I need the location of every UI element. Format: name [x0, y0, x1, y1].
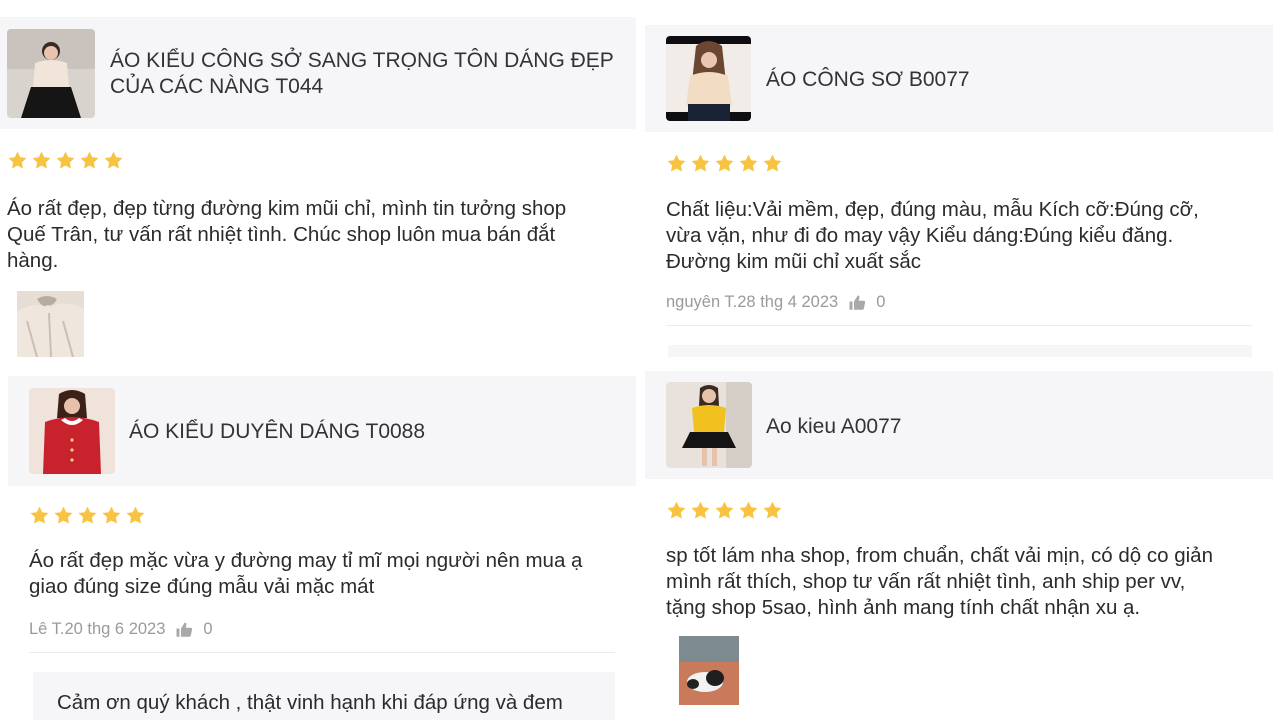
star-icon: [738, 500, 759, 521]
star-icon: [79, 150, 100, 171]
product-name-line: ÁO KIỂU DUYÊN DÁNG T0088: [129, 420, 426, 443]
star-icon: [666, 153, 687, 174]
product-name: ÁO KIỂU DUYÊN DÁNG T0088: [129, 419, 609, 445]
shop-reply-text: Cảm ơn quý khách , thật vinh hạnh khi đá…: [57, 691, 563, 714]
rating-stars: [666, 153, 783, 174]
review-text: sp tốt lám nha shop, from chuẩn, chất vả…: [666, 543, 1272, 621]
rating-stars: [29, 505, 146, 526]
review-author-date: nguyên T.28 thg 4 2023: [666, 293, 839, 311]
product-card[interactable]: ÁO KIỂU CÔNG SỞ SANG TRỌNG TÔN DÁNG ĐẸP …: [0, 17, 636, 129]
star-icon: [125, 505, 146, 526]
thumbs-up-icon[interactable]: [175, 621, 193, 639]
product-thumbnail: [666, 382, 752, 468]
product-name: Ao kieu A0077: [766, 414, 1246, 440]
rating-stars: [7, 150, 124, 171]
product-thumbnail: [29, 388, 115, 474]
review-photo[interactable]: [679, 636, 739, 705]
star-icon: [55, 150, 76, 171]
review-text-line: vừa vặn, như đi đo may vậy Kiểu dáng:Đún…: [666, 224, 1174, 247]
review-text-line: tặng shop 5sao, hình ảnh mang tính chất …: [666, 596, 1141, 619]
star-icon: [762, 500, 783, 521]
divider: [29, 652, 615, 653]
star-icon: [29, 505, 50, 526]
product-name-line: CỦA CÁC NÀNG T044: [110, 75, 324, 98]
star-icon: [666, 500, 687, 521]
review-text-line: Quế Trân, tư vấn rất nhiệt tình. Chúc sh…: [7, 223, 556, 246]
review-text-line: sp tốt lám nha shop, from chuẩn, chất vả…: [666, 544, 1213, 567]
review-text-line: hàng.: [7, 249, 59, 272]
like-count: 0: [203, 620, 213, 638]
review-text: Chất liệu:Vải mềm, đẹp, đúng màu, mẫu Kí…: [666, 197, 1266, 275]
product-name-line: ÁO CÔNG SƠ B0077: [766, 68, 970, 91]
star-icon: [53, 505, 74, 526]
reply-box: [668, 345, 1252, 357]
star-icon: [738, 153, 759, 174]
star-icon: [103, 150, 124, 171]
star-icon: [690, 153, 711, 174]
divider: [666, 325, 1252, 326]
star-icon: [714, 153, 735, 174]
review-text-line: Chất liệu:Vải mềm, đẹp, đúng màu, mẫu Kí…: [666, 198, 1199, 221]
review-text: Áo rất đẹp, đẹp từng đường kim mũi chỉ, …: [7, 196, 627, 274]
star-icon: [690, 500, 711, 521]
product-thumbnail: [7, 29, 95, 118]
product-name-line: ÁO KIỂU CÔNG SỞ SANG TRỌNG TÔN DÁNG ĐẸP: [110, 49, 614, 72]
review-text-line: giao đúng size đúng mẫu vải mặc mát: [29, 575, 375, 598]
star-icon: [31, 150, 52, 171]
review-author-date: Lê T.20 thg 6 2023: [29, 620, 166, 638]
star-icon: [714, 500, 735, 521]
review-text-line: Áo rất đẹp mặc vừa y đường may tỉ mĩ mọi…: [29, 549, 583, 572]
product-name: ÁO KIỂU CÔNG SỞ SANG TRỌNG TÔN DÁNG ĐẸP …: [110, 48, 630, 100]
like-count: 0: [876, 293, 886, 311]
star-icon: [77, 505, 98, 526]
thumbs-up-icon[interactable]: [848, 294, 866, 312]
product-name: ÁO CÔNG SƠ B0077: [766, 67, 1246, 93]
product-name-line: Ao kieu A0077: [766, 415, 902, 438]
review-meta: Lê T.20 thg 6 2023 0: [29, 620, 213, 639]
star-icon: [762, 153, 783, 174]
product-thumbnail: [666, 36, 751, 121]
review-meta: nguyên T.28 thg 4 2023 0: [666, 293, 885, 312]
review-text-line: Áo rất đẹp, đẹp từng đường kim mũi chỉ, …: [7, 197, 567, 220]
shop-reply-box: Cảm ơn quý khách , thật vinh hạnh khi đá…: [33, 672, 615, 720]
review-text: Áo rất đẹp mặc vừa y đường may tỉ mĩ mọi…: [29, 548, 629, 600]
star-icon: [101, 505, 122, 526]
review-photo[interactable]: [17, 291, 84, 357]
product-card[interactable]: Ao kieu A0077: [645, 371, 1273, 479]
rating-stars: [666, 500, 783, 521]
star-icon: [7, 150, 28, 171]
product-card[interactable]: ÁO KIỂU DUYÊN DÁNG T0088: [8, 376, 636, 486]
review-text-line: mình rất thích, shop tư vấn rất nhiệt tì…: [666, 570, 1186, 593]
product-card[interactable]: ÁO CÔNG SƠ B0077: [645, 25, 1273, 132]
review-text-line: Đường kim mũi chỉ xuất sắc: [666, 250, 922, 273]
